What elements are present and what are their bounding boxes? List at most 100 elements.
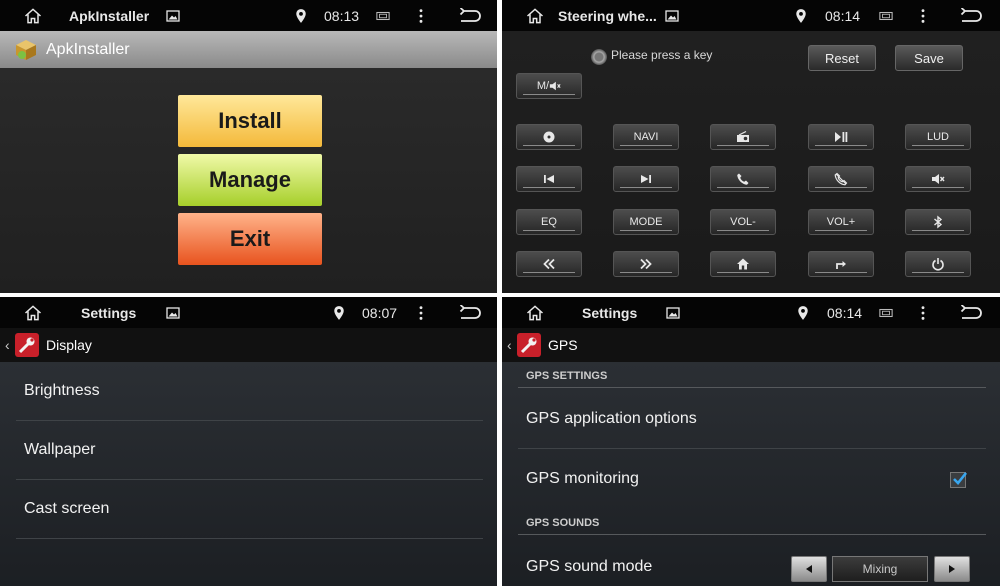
double-chevron-right-icon	[640, 258, 652, 270]
gps-sounds-header: GPS SOUNDS	[518, 517, 986, 535]
exit-button[interactable]: Exit	[178, 213, 322, 265]
package-icon	[16, 39, 36, 60]
status-title: ApkInstaller	[69, 7, 150, 24]
radio-icon	[737, 130, 749, 142]
disc-key[interactable]	[516, 124, 582, 150]
overflow-menu-icon[interactable]	[416, 297, 426, 328]
display-list: Brightness Wallpaper Cast screen	[0, 362, 497, 586]
mute-icon	[549, 81, 561, 91]
gps-monitoring-item[interactable]: GPS monitoring	[518, 450, 986, 508]
save-button[interactable]: Save	[895, 45, 963, 71]
status-time: 08:07	[362, 304, 398, 321]
settings-tools-icon	[15, 333, 39, 357]
app-bar: ApkInstaller	[0, 31, 497, 68]
gps-monitoring-label: GPS monitoring	[526, 470, 639, 487]
phone-key[interactable]	[710, 166, 776, 192]
cast-screen-item[interactable]: Cast screen	[16, 480, 483, 539]
manage-button[interactable]: Manage	[178, 154, 322, 206]
gps-application-options-item[interactable]: GPS application options	[518, 389, 986, 449]
phone-icon	[737, 173, 749, 185]
gps-list: GPS SETTINGS GPS application options GPS…	[502, 362, 1000, 586]
back-icon[interactable]	[959, 0, 983, 31]
press-key-hint: Please press a key	[611, 48, 713, 62]
power-key[interactable]	[905, 251, 971, 277]
mute-key[interactable]	[905, 166, 971, 192]
status-title: Settings	[81, 304, 137, 321]
brightness-item[interactable]: Brightness	[16, 362, 483, 421]
gps-monitoring-checkbox[interactable]	[950, 472, 968, 488]
gps-settings-header: GPS SETTINGS	[518, 370, 986, 388]
key-status-radio	[591, 49, 607, 65]
return-key[interactable]	[808, 251, 874, 277]
home-icon[interactable]	[522, 0, 548, 31]
mute-mode-key[interactable]: M/	[516, 73, 582, 99]
home-icon[interactable]	[522, 297, 548, 328]
overflow-menu-icon[interactable]	[416, 0, 426, 31]
overflow-menu-icon[interactable]	[918, 297, 928, 328]
bluetooth-key[interactable]	[905, 209, 971, 235]
mode-key[interactable]: MODE	[613, 209, 679, 235]
image-icon	[166, 0, 180, 31]
status-bar: ApkInstaller 08:13	[0, 0, 497, 31]
hang-up-icon	[834, 172, 848, 186]
status-bar: Settings 08:07	[0, 297, 497, 328]
image-icon	[166, 297, 180, 328]
next-icon	[641, 175, 651, 183]
back-icon[interactable]	[458, 0, 482, 31]
next-key[interactable]	[613, 166, 679, 192]
display-settings-panel: Settings 08:07 ‹ Display Brightness Wall…	[0, 297, 497, 586]
steering-body: Please press a key Reset Save M/ NAVI LU…	[502, 31, 1000, 293]
home-icon[interactable]	[20, 297, 46, 328]
status-time: 08:14	[827, 304, 863, 321]
settings-subbar[interactable]: ‹ Display	[0, 328, 497, 362]
image-icon	[666, 297, 680, 328]
back-icon[interactable]	[458, 297, 482, 328]
reset-button[interactable]: Reset	[808, 45, 876, 71]
chevron-left-icon[interactable]: ‹	[507, 337, 515, 353]
home-key[interactable]	[710, 251, 776, 277]
hang-up-key[interactable]	[808, 166, 874, 192]
location-pin-icon	[295, 0, 309, 31]
sound-mode-previous-button[interactable]	[791, 556, 827, 582]
power-icon	[932, 258, 944, 271]
eq-key[interactable]: EQ	[516, 209, 582, 235]
install-button[interactable]: Install	[178, 95, 322, 147]
lud-key[interactable]: LUD	[905, 124, 971, 150]
gps-sound-mode-label: GPS sound mode	[526, 558, 653, 575]
volume-up-key[interactable]: VOL+	[808, 209, 874, 235]
play-pause-key[interactable]	[808, 124, 874, 150]
overflow-menu-icon[interactable]	[918, 0, 928, 31]
sound-mode-value: Mixing	[832, 556, 928, 582]
apkinstaller-panel: ApkInstaller 08:13 ApkInstaller Install …	[0, 0, 497, 293]
previous-icon	[544, 175, 554, 183]
battery-icon	[879, 0, 895, 31]
app-title: ApkInstaller	[46, 40, 130, 58]
play-pause-icon	[835, 132, 848, 142]
radio-key[interactable]	[710, 124, 776, 150]
triangle-left-icon	[806, 565, 812, 573]
sound-mode-next-button[interactable]	[934, 556, 970, 582]
wallpaper-item[interactable]: Wallpaper	[16, 421, 483, 480]
return-arrow-icon	[836, 261, 846, 269]
mute-mode-label: M/	[536, 80, 550, 92]
previous-key[interactable]	[516, 166, 582, 192]
bluetooth-icon	[934, 215, 943, 229]
status-time: 08:13	[324, 7, 360, 24]
disc-icon	[543, 131, 555, 143]
status-bar: Steering whe... 08:14	[502, 0, 1000, 31]
steering-wheel-panel: Steering whe... 08:14 Please press a key…	[502, 0, 1000, 293]
status-time: 08:14	[825, 7, 861, 24]
subbar-title: Display	[46, 337, 92, 353]
volume-down-key[interactable]: VOL-	[710, 209, 776, 235]
home-icon[interactable]	[20, 0, 46, 31]
rewind-key[interactable]	[516, 251, 582, 277]
location-pin-icon	[333, 297, 347, 328]
gps-settings-panel: Settings 08:14 ‹ GPS GPS SETTINGS GPS ap…	[502, 297, 1000, 586]
settings-subbar[interactable]: ‹ GPS	[502, 328, 1000, 362]
back-icon[interactable]	[959, 297, 983, 328]
fast-forward-key[interactable]	[613, 251, 679, 277]
battery-icon	[376, 0, 392, 31]
navi-key[interactable]: NAVI	[613, 124, 679, 150]
chevron-left-icon[interactable]: ‹	[5, 337, 13, 353]
triangle-right-icon	[949, 565, 955, 573]
